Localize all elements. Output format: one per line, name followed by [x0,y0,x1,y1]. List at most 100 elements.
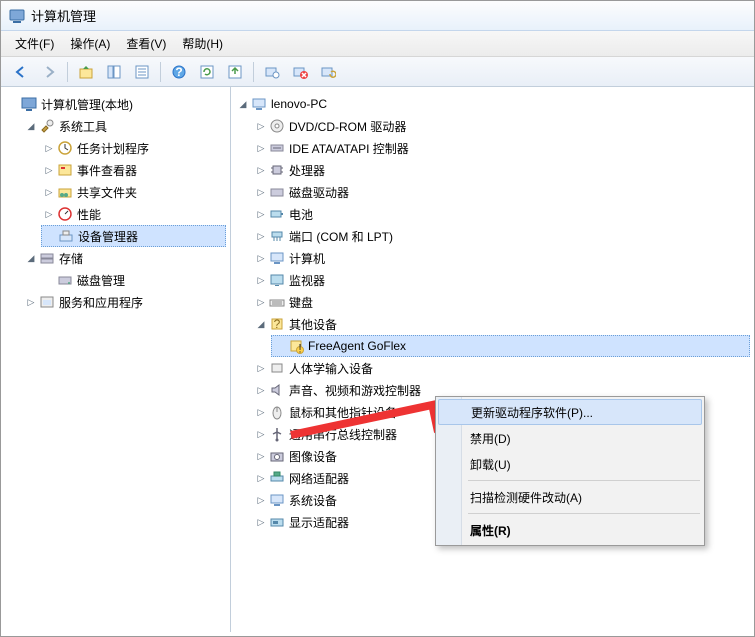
expand-icon[interactable]: ▷ [255,428,267,440]
export-button[interactable] [223,60,247,84]
tree-disk-mgmt[interactable]: 磁盘管理 [41,269,226,291]
expand-icon[interactable]: ▷ [255,208,267,220]
ctx-update-driver[interactable]: 更新驱动程序软件(P)... [438,399,702,425]
menu-view[interactable]: 查看(V) [118,31,174,56]
expand-icon[interactable]: ▷ [255,450,267,462]
tree-label: 磁盘管理 [77,272,125,289]
device-ports[interactable]: ▷端口 (COM 和 LPT) [253,225,750,247]
mouse-icon [269,404,285,420]
expand-icon[interactable]: ▷ [43,208,55,220]
expand-icon[interactable]: ▷ [255,516,267,528]
tree-label: 声音、视频和游戏控制器 [289,382,421,399]
device-hid[interactable]: ▷人体学输入设备 [253,357,750,379]
show-hide-tree-button[interactable] [102,60,126,84]
system-device-icon [269,492,285,508]
expand-icon[interactable]: ▷ [43,186,55,198]
expand-icon[interactable]: ▷ [255,120,267,132]
tree-event-viewer[interactable]: ▷ 事件查看器 [41,159,226,181]
tree-label: 键盘 [289,294,313,311]
back-button[interactable] [9,60,33,84]
properties-button[interactable] [130,60,154,84]
collapse-icon[interactable]: ◢ [25,252,37,264]
device-other[interactable]: ◢?其他设备 [253,313,750,335]
expand-icon[interactable]: ▷ [255,274,267,286]
tree-label: 图像设备 [289,448,337,465]
tree-label: 鼠标和其他指针设备 [289,404,397,421]
expand-icon[interactable]: ▷ [255,164,267,176]
expander-icon[interactable] [7,98,19,110]
tree-system-tools[interactable]: ◢ 系统工具 [23,115,226,137]
toolbar-separator [67,62,68,82]
tree-label: 处理器 [289,162,325,179]
uninstall-device-button[interactable] [288,60,312,84]
storage-icon [39,250,55,266]
tree-label: 计算机管理(本地) [41,96,133,113]
collapse-icon[interactable]: ◢ [255,318,267,330]
device-computer[interactable]: ▷计算机 [253,247,750,269]
battery-icon [269,206,285,222]
ctx-uninstall[interactable]: 卸载(U) [438,451,702,477]
tree-performance[interactable]: ▷ 性能 [41,203,226,225]
menu-action[interactable]: 操作(A) [62,31,118,56]
device-ide[interactable]: ▷ IDE ATA/ATAPI 控制器 [253,137,750,159]
device-other-freeagent[interactable]: !FreeAgent GoFlex [271,335,750,357]
expand-icon[interactable]: ▷ [255,252,267,264]
update-driver-button[interactable] [316,60,340,84]
tree-root-local[interactable]: 计算机管理(本地) [5,93,226,115]
expand-icon[interactable]: ▷ [255,406,267,418]
scan-hardware-button[interactable] [260,60,284,84]
expand-icon[interactable]: ▷ [43,164,55,176]
expand-icon[interactable]: ▷ [255,142,267,154]
tree-task-scheduler[interactable]: ▷ 任务计划程序 [41,137,226,159]
ctx-properties[interactable]: 属性(R) [438,517,702,543]
tree-device-manager[interactable]: 设备管理器 [41,225,226,247]
expand-icon[interactable]: ▷ [255,472,267,484]
keyboard-icon [269,294,285,310]
device-keyboard[interactable]: ▷ 键盘 [253,291,750,313]
computer-mgmt-icon [21,96,37,112]
expand-icon[interactable]: ▷ [43,142,55,154]
ctx-scan-hardware[interactable]: 扫描检测硬件改动(A) [438,484,702,510]
expand-icon[interactable]: ▷ [255,186,267,198]
expand-icon[interactable]: ▷ [25,296,37,308]
tree-label: 通用串行总线控制器 [289,426,397,443]
tree-storage[interactable]: ◢ 存储 [23,247,226,269]
expand-icon[interactable]: ▷ [255,384,267,396]
up-button[interactable] [74,60,98,84]
tree-services-apps[interactable]: ▷ 服务和应用程序 [23,291,226,313]
network-icon [269,470,285,486]
tree-label: 电池 [289,206,313,223]
tree-label: 存储 [59,250,83,267]
device-battery[interactable]: ▷ 电池 [253,203,750,225]
tree-label: IDE ATA/ATAPI 控制器 [289,140,409,157]
device-cpu[interactable]: ▷ 处理器 [253,159,750,181]
tree-shared-folders[interactable]: ▷ 共享文件夹 [41,181,226,203]
expand-icon[interactable]: ▷ [255,296,267,308]
refresh-button[interactable] [195,60,219,84]
clock-icon [57,140,73,156]
tree-label: 设备管理器 [78,228,138,245]
shared-folder-icon [57,184,73,200]
expand-icon[interactable]: ▷ [255,230,267,242]
menu-item-label: 禁用(D) [470,430,511,447]
left-tree-pane: 计算机管理(本地) ◢ 系统工具 ▷ 任务计划程序 [1,87,231,632]
forward-button[interactable] [37,60,61,84]
device-monitor[interactable]: ▷监视器 [253,269,750,291]
menu-item-label: 卸载(U) [470,456,511,473]
menu-help[interactable]: 帮助(H) [174,31,231,56]
device-dvd[interactable]: ▷DVD/CD-ROM 驱动器 [253,115,750,137]
menu-file[interactable]: 文件(F) [7,31,62,56]
expand-icon[interactable]: ▷ [255,494,267,506]
device-disk-drives[interactable]: ▷磁盘驱动器 [253,181,750,203]
tree-label: FreeAgent GoFlex [308,339,406,353]
ctx-disable[interactable]: 禁用(D) [438,425,702,451]
help-button[interactable]: ? [167,60,191,84]
expand-icon[interactable]: ▷ [255,362,267,374]
tree-label: 系统工具 [59,118,107,135]
collapse-icon[interactable]: ◢ [25,120,37,132]
device-root[interactable]: ◢ lenovo-PC [235,93,750,115]
collapse-icon[interactable]: ◢ [237,98,249,110]
other-device-icon: ? [269,316,285,332]
computer-icon [251,96,267,112]
tree-label: 系统设备 [289,492,337,509]
